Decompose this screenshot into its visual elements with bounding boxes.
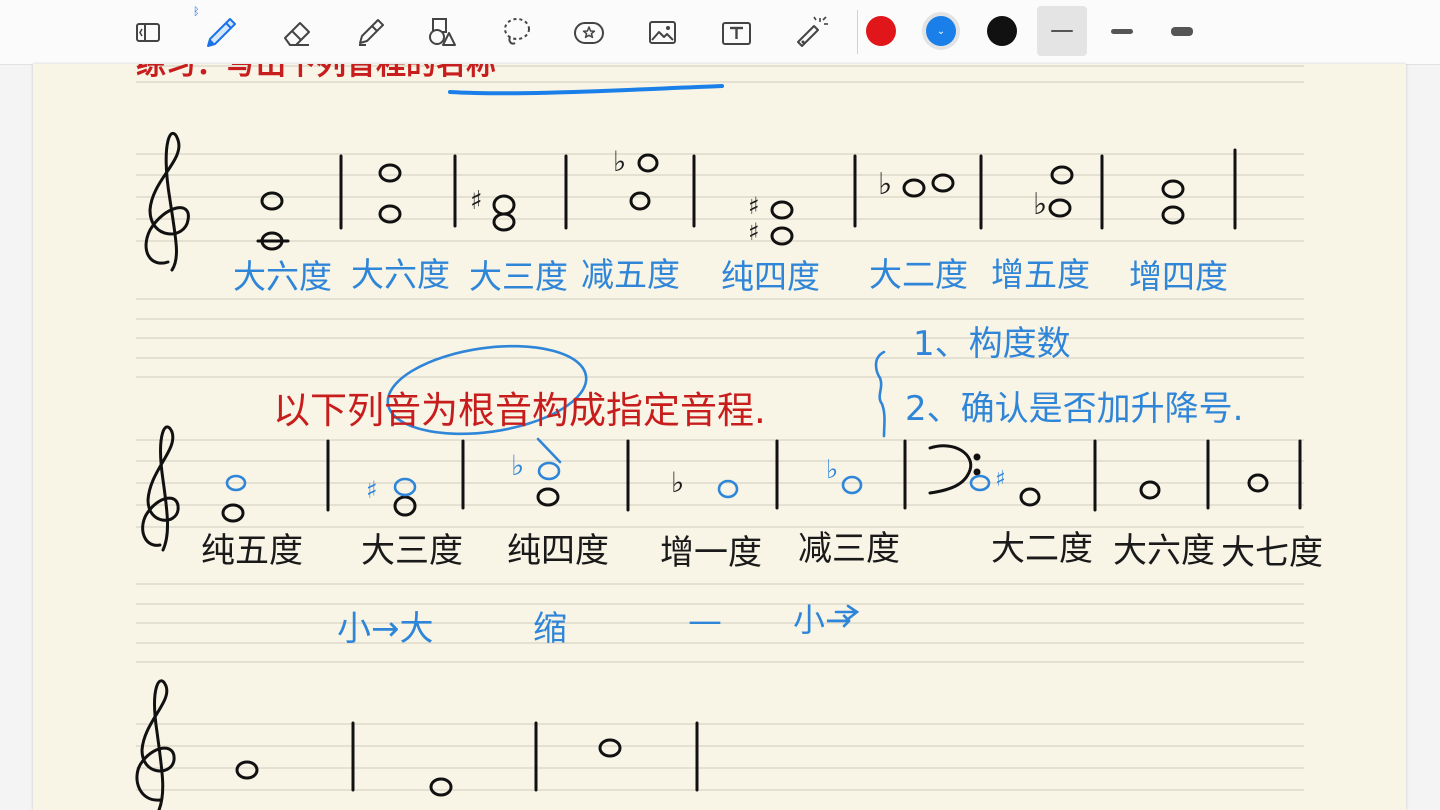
brace: [874, 350, 886, 438]
sharp-accidental: ♯: [748, 192, 760, 220]
mnemonic-dash: —: [688, 601, 722, 641]
bass-clef: [928, 444, 973, 495]
exercise-title: 练习：写出下列音程的名称: [136, 64, 496, 82]
eraser-tool-button[interactable]: [272, 8, 320, 56]
stroke-width-thick-button[interactable]: [1157, 6, 1207, 56]
flat-accidental: ♭: [613, 145, 627, 178]
interval-label: 大六度: [233, 257, 332, 296]
lasso-tool-button[interactable]: [492, 8, 540, 56]
interval-label: 大二度: [991, 529, 1093, 569]
color-swatch-blue[interactable]: ⌄: [926, 16, 956, 46]
highlighter-tool-button[interactable]: [346, 8, 394, 56]
treble-clef-3: [135, 679, 176, 810]
stroke-width-medium-button[interactable]: [1097, 6, 1147, 56]
title-underline: [448, 84, 724, 96]
mnemonic-small-large: 小→大: [337, 609, 434, 649]
eraser-icon: [284, 22, 310, 46]
interval-label: 增一度: [660, 533, 762, 573]
toolbar-divider: [857, 10, 858, 54]
interval-label: 大二度: [869, 255, 968, 294]
interval-label: 减五度: [581, 255, 680, 294]
laser-pointer-tool-button[interactable]: [786, 8, 834, 56]
treble-clef-2: [141, 425, 180, 552]
interval-label: 纯四度: [721, 257, 820, 296]
text-tool-button[interactable]: [712, 8, 760, 56]
flat-accidental: ♭: [1033, 187, 1048, 222]
text-icon: [722, 22, 751, 45]
pen-tool-button[interactable]: [196, 8, 244, 56]
sidebar-icon: [136, 23, 160, 42]
shapes-icon: [429, 18, 456, 46]
interval-label: 增五度: [991, 255, 1090, 294]
interval-label: 大三度: [469, 257, 568, 296]
interval-label: 大六度: [351, 255, 450, 294]
stroke-width-thin-button[interactable]: [1037, 6, 1087, 56]
interval-label: 大七度: [1221, 533, 1323, 573]
highlighter-icon: [359, 19, 384, 46]
flat-accidental: ♭: [878, 167, 893, 202]
image-tool-button[interactable]: [638, 8, 686, 56]
thin-line-icon: [1051, 30, 1073, 32]
mnemonic-small-arrow: 小→: [793, 601, 852, 639]
note-page[interactable]: 练习：写出下列音程的名称 ♯ ♭ ♯ ♯ ♭ ♭ 大六度 大六度 大三度 减五度…: [33, 64, 1406, 810]
thick-line-icon: [1171, 26, 1193, 36]
mnemonic-diminished: 缩: [533, 609, 567, 649]
image-icon: [649, 21, 676, 44]
flat-accidental: ♭: [671, 466, 685, 499]
color-swatch-black[interactable]: [987, 16, 1017, 46]
interval-label: 减三度: [798, 529, 900, 569]
interval-label: 大三度: [361, 531, 463, 571]
step-2: 2、确认是否加升降号.: [905, 389, 1244, 429]
sharp-accidental: ♯: [748, 218, 760, 246]
interval-label: 纯五度: [201, 531, 303, 571]
pen-icon: [207, 18, 236, 47]
interval-label: 增四度: [1129, 257, 1228, 296]
sticker-tool-button[interactable]: [565, 8, 613, 56]
staff-canvas: [135, 65, 1304, 810]
flat-accidental: ♭: [511, 449, 525, 482]
sharp-accidental: ♯: [995, 467, 1006, 492]
medium-line-icon: [1111, 28, 1133, 34]
interval-label: 纯四度: [507, 531, 609, 571]
sharp-accidental: ♯: [366, 476, 378, 504]
step-1: 1、构度数: [913, 324, 1071, 364]
sharp-accidental: ♯: [470, 186, 483, 216]
laser-pointer-icon: [797, 16, 828, 47]
sticker-icon: [574, 22, 604, 44]
flat-accidental: ♭: [826, 455, 839, 485]
interval-label: 大六度: [1113, 531, 1215, 571]
lasso-icon: [504, 18, 530, 45]
row3-notation: [135, 679, 699, 810]
toolbar: ᛒ ⌄: [0, 0, 1440, 65]
shapes-tool-button[interactable]: [418, 8, 466, 56]
sidebar-toggle-button[interactable]: [124, 8, 172, 56]
task-instruction: 以下列音为根音构成指定音程.: [273, 389, 766, 432]
color-swatch-red[interactable]: [866, 16, 896, 46]
chevron-down-icon: ⌄: [936, 25, 946, 37]
